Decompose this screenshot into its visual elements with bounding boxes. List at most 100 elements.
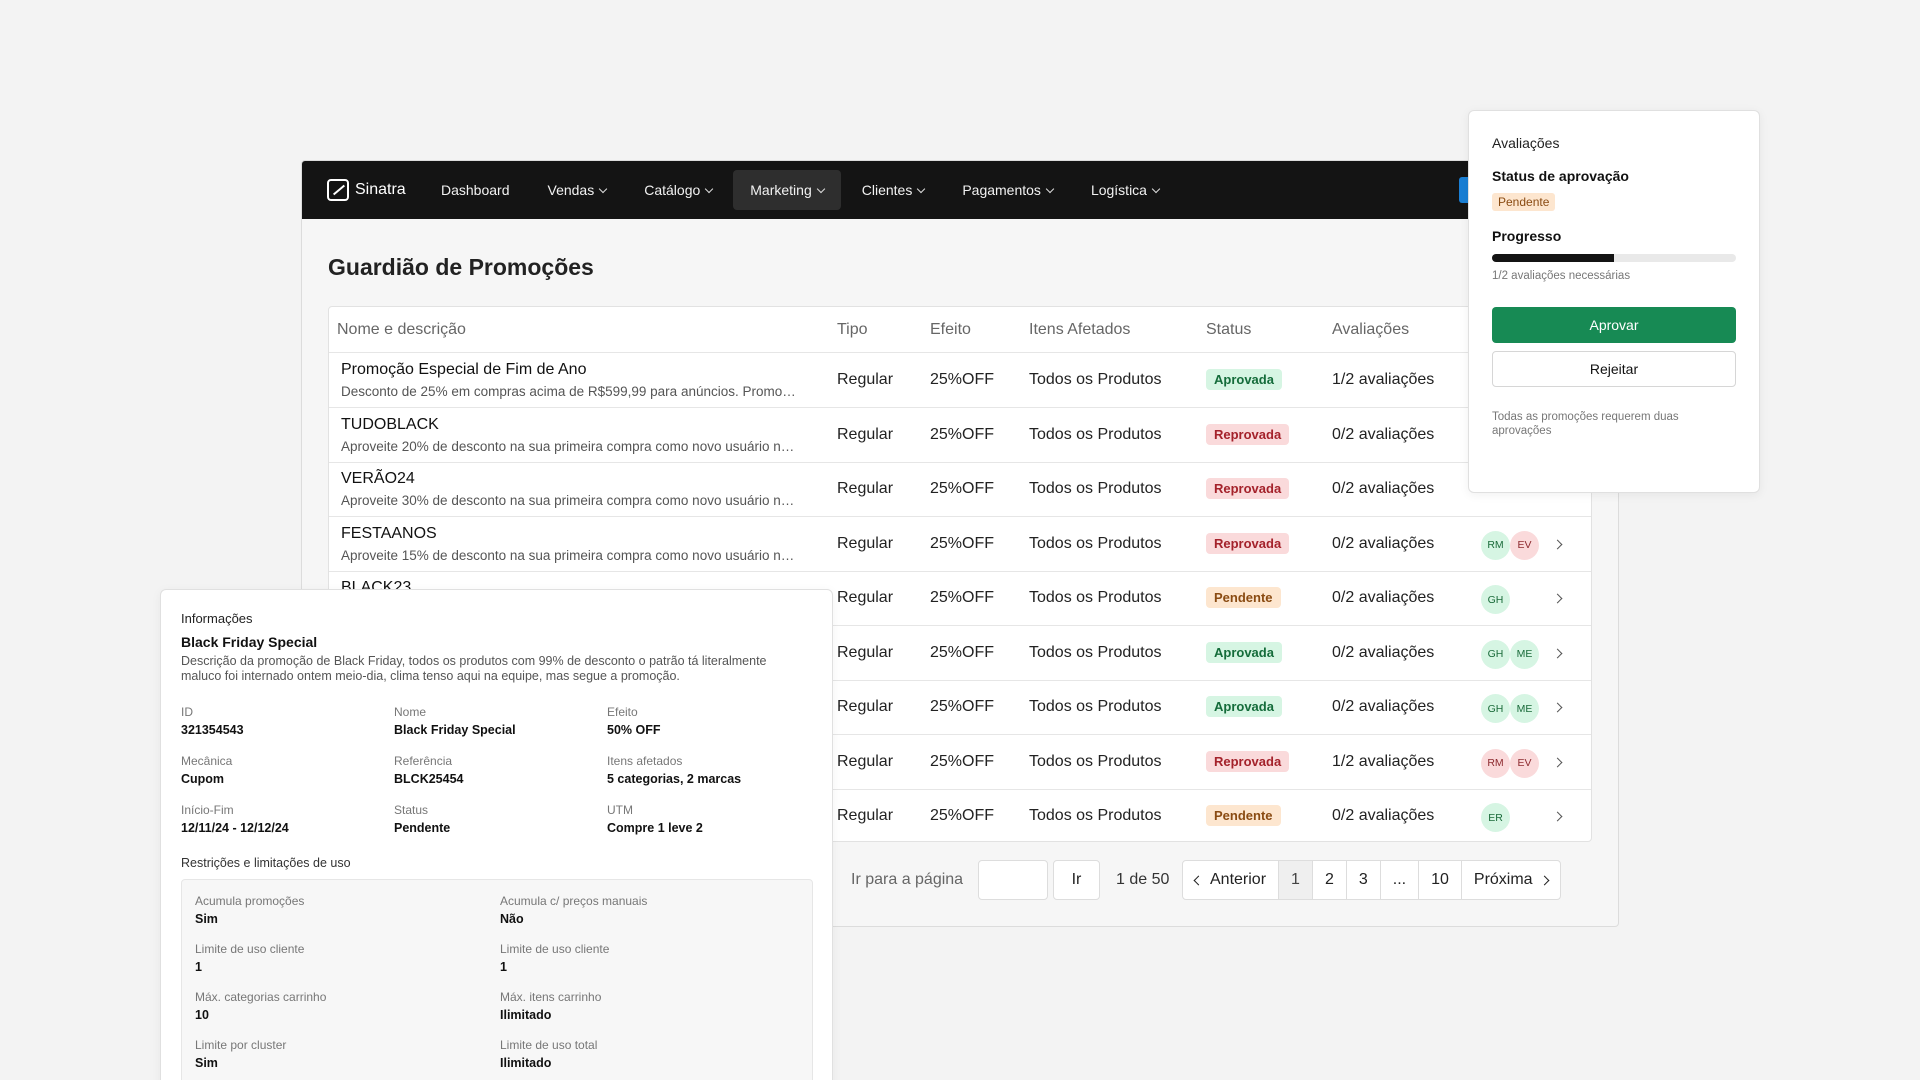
status-badge: Reprovada xyxy=(1206,478,1290,499)
restrictions-box: Acumula promoções Sim Acumula c/ preços ma… xyxy=(181,879,813,1080)
table-row[interactable]: VERÃO24 Aproveite 30% de desconto na sua … xyxy=(329,463,1591,517)
info-field: Itens afetados 5 categorias, 2 marcas xyxy=(607,754,741,786)
info-field-label: Início-Fim xyxy=(181,803,234,817)
page-button-2[interactable]: 2 xyxy=(1313,861,1347,899)
chevron-right-icon[interactable] xyxy=(1552,648,1563,658)
nav-item-label: Pagamentos xyxy=(962,182,1041,198)
info-field-label: ID xyxy=(181,705,193,719)
status-badge: Reprovada xyxy=(1206,532,1290,554)
info-field-value: 12/11/24 - 12/12/24 xyxy=(181,821,289,835)
restriction-value: 1 xyxy=(500,960,507,974)
affected-items: Todos os Produtos xyxy=(1029,752,1162,770)
brand-logo[interactable]: Sinatra xyxy=(327,178,406,202)
goto-page-input[interactable] xyxy=(978,860,1048,900)
restriction-label: Máx. itens carrinho xyxy=(500,990,602,1004)
brand-name: Sinatra xyxy=(355,181,406,198)
info-field: Mecânica Cupom xyxy=(181,754,232,786)
reviewer-avatar: GH xyxy=(1481,694,1510,723)
promotion-type: Regular xyxy=(837,643,894,661)
info-field: Início-Fim 12/11/24 - 12/12/24 xyxy=(181,803,289,835)
info-field: ID 321354543 xyxy=(181,705,244,737)
main-nav: Dashboard Vendas Catálogo Marketing Clientes… xyxy=(424,170,1176,210)
promotion-name: TUDOBLACK xyxy=(341,415,439,433)
promotion-effect: 25%OFF xyxy=(930,698,995,715)
restriction-field: Limite de uso cliente 1 xyxy=(500,942,609,974)
affected-items: Todos os Produtos xyxy=(1029,643,1162,661)
info-field-label: Nome xyxy=(394,705,427,719)
page-buttons: Anterior 1 2 3... 10 Próxima xyxy=(1182,860,1561,900)
restriction-value: Ilimitado xyxy=(500,1008,552,1022)
review-count: 0/2 avaliações xyxy=(1332,425,1435,443)
restriction-value: 1 xyxy=(195,960,202,974)
approval-note: Todas as promoções requerem duas aprovaç… xyxy=(1492,411,1679,437)
page-button-1[interactable]: 1 xyxy=(1279,861,1313,899)
chevron-right-icon[interactable] xyxy=(1552,593,1563,604)
restriction-field: Limite de uso total Ilimitado xyxy=(500,1038,597,1070)
reject-button[interactable]: Rejeitar xyxy=(1492,351,1736,387)
nav-item-5[interactable]: Pagamentos xyxy=(945,170,1070,210)
promotion-info-panel: Informações Black Friday Special Descriç… xyxy=(160,589,833,1080)
info-field: Status Pendente xyxy=(394,803,450,835)
chevron-right-icon[interactable] xyxy=(1552,702,1563,713)
nav-item-1[interactable]: Vendas xyxy=(531,170,624,210)
approval-status-label: Status de aprovação xyxy=(1492,168,1629,184)
info-field-value: 5 categorias, 2 marcas xyxy=(607,772,742,786)
reviewer-avatar: EV xyxy=(1510,530,1539,560)
nav-item-3[interactable]: Marketing xyxy=(733,170,841,210)
restriction-value: Não xyxy=(500,912,524,926)
nav-item-4[interactable]: Clientes xyxy=(845,170,942,210)
page-button-...[interactable]: ... xyxy=(1381,861,1420,899)
review-count: 0/2 avaliações xyxy=(1332,698,1435,715)
status-badge: Reprovada xyxy=(1206,750,1290,772)
status-badge: Pendente xyxy=(1206,805,1281,826)
approval-status-badge: Pendente xyxy=(1492,193,1556,211)
promotion-name: VERÃO24 xyxy=(341,470,415,487)
restriction-field: Limite por cluster Sim xyxy=(195,1038,286,1070)
reviewer-avatar: RM xyxy=(1481,748,1510,778)
status-badge: Aprovada xyxy=(1206,641,1282,663)
restriction-value: Sim xyxy=(195,912,218,926)
promotion-effect: 25%OFF xyxy=(930,752,995,770)
table-row[interactable]: Promoção Especial de Fim de Ano Desconto … xyxy=(329,354,1591,408)
info-field-value: Cupom xyxy=(181,772,225,786)
nav-item-2[interactable]: Catálogo xyxy=(627,170,729,210)
status-badge: Pendente xyxy=(1206,587,1281,608)
promotion-name: Black Friday Special xyxy=(181,634,318,650)
chevron-right-icon[interactable] xyxy=(1552,757,1563,767)
promotion-type: Regular xyxy=(837,480,894,497)
status-badge: Aprovada xyxy=(1206,696,1282,717)
column-header-type: Tipo xyxy=(837,321,868,338)
info-field-label: Referência xyxy=(394,754,453,768)
chevron-down-icon xyxy=(705,184,714,193)
goto-page-button[interactable]: Ir xyxy=(1053,860,1100,900)
affected-items: Todos os Produtos xyxy=(1029,425,1162,443)
review-count: 0/2 avaliações xyxy=(1332,534,1435,552)
chevron-down-icon xyxy=(816,184,825,193)
restriction-label: Acumula c/ preços manuais xyxy=(500,894,648,908)
column-header-items: Itens Afetados xyxy=(1029,321,1131,338)
promotion-effect: 25%OFF xyxy=(930,371,995,388)
info-field: UTM Compre 1 leve 2 xyxy=(607,803,703,835)
progress-bar-fill xyxy=(1492,254,1614,262)
nav-item-6[interactable]: Logística xyxy=(1074,170,1176,210)
promotion-description: Aproveite 15% de desconto na sua primeir… xyxy=(341,547,801,563)
nav-item-0[interactable]: Dashboard xyxy=(424,170,527,210)
table-row[interactable]: FESTAANOS Aproveite 15% de desconto na su… xyxy=(329,518,1591,572)
page-button-3[interactable]: 3 xyxy=(1347,861,1381,899)
approve-button[interactable]: Aprovar xyxy=(1492,307,1736,343)
prev-page-button[interactable]: Anterior xyxy=(1183,861,1280,899)
promotion-name: FESTAANOS xyxy=(341,524,437,542)
review-count: 1/2 avaliações xyxy=(1332,752,1435,770)
reviewer-avatar: GH xyxy=(1481,585,1510,614)
brand-icon xyxy=(327,179,349,201)
info-field-value: Compre 1 leve 2 xyxy=(607,821,703,835)
chevron-right-icon[interactable] xyxy=(1552,811,1563,822)
affected-items: Todos os Produtos xyxy=(1029,589,1162,606)
chevron-right-icon[interactable] xyxy=(1552,539,1563,549)
info-field-label: Status xyxy=(394,803,429,817)
page-button-10[interactable]: 10 xyxy=(1419,861,1462,899)
restrictions-title: Restrições e limitações de uso xyxy=(181,856,351,870)
table-row[interactable]: TUDOBLACK Aproveite 20% de desconto na su… xyxy=(329,409,1591,463)
next-page-button[interactable]: Próxima xyxy=(1462,861,1560,899)
review-count: 0/2 avaliações xyxy=(1332,589,1435,606)
